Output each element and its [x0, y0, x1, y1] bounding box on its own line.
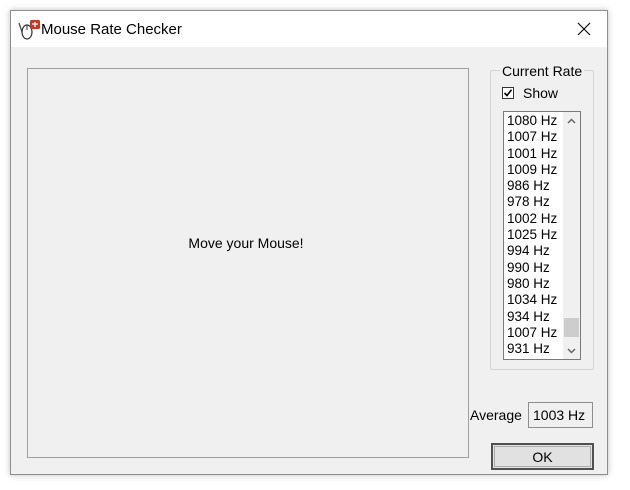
list-item[interactable]: 1025 Hz	[507, 227, 557, 243]
average-label: Average	[470, 407, 522, 423]
list-item[interactable]: 934 Hz	[507, 309, 557, 325]
current-rate-group: Current Rate Show 1080 Hz 1007 Hz 1001 H…	[490, 63, 594, 370]
scroll-down-button[interactable]	[563, 342, 580, 359]
list-item[interactable]: 1009 Hz	[507, 162, 557, 178]
list-item[interactable]: 980 Hz	[507, 276, 557, 292]
list-item[interactable]: 1002 Hz	[507, 211, 557, 227]
close-icon	[577, 22, 591, 36]
list-item[interactable]: 994 Hz	[507, 243, 557, 259]
current-rate-group-title: Current Rate	[500, 63, 585, 79]
title-bar[interactable]: Mouse Rate Checker	[11, 11, 607, 47]
rate-list: 1080 Hz 1007 Hz 1001 Hz 1009 Hz 986 Hz 9…	[507, 113, 557, 357]
list-item[interactable]: 978 Hz	[507, 194, 557, 210]
list-item[interactable]: 1080 Hz	[507, 113, 557, 129]
move-mouse-prompt: Move your Mouse!	[188, 235, 304, 251]
window-title: Mouse Rate Checker	[41, 21, 182, 38]
vertical-scrollbar[interactable]	[563, 112, 580, 359]
list-item[interactable]: 986 Hz	[507, 178, 557, 194]
checkbox-box[interactable]	[502, 87, 514, 99]
average-value-field: 1003 Hz	[528, 402, 593, 428]
list-item[interactable]: 1034 Hz	[507, 292, 557, 308]
mouse-tracking-area[interactable]: Move your Mouse!	[27, 68, 469, 458]
list-item[interactable]: 1007 Hz	[507, 129, 557, 145]
dialog-window: Mouse Rate Checker Move your Mouse! Curr…	[10, 10, 608, 475]
ok-button[interactable]: OK	[491, 443, 594, 470]
rate-listbox[interactable]: 1080 Hz 1007 Hz 1001 Hz 1009 Hz 986 Hz 9…	[503, 111, 581, 360]
list-item[interactable]: 1007 Hz	[507, 325, 557, 341]
show-checkbox-label: Show	[523, 85, 559, 101]
check-icon	[503, 89, 513, 97]
scroll-up-button[interactable]	[563, 112, 580, 129]
chevron-up-icon	[567, 118, 576, 123]
client-area: Move your Mouse! Current Rate Show 1080 …	[11, 47, 607, 474]
chevron-down-icon	[567, 348, 576, 353]
close-button[interactable]	[561, 11, 607, 47]
list-item[interactable]: 990 Hz	[507, 260, 557, 276]
mouse-rate-icon	[16, 19, 42, 41]
list-item[interactable]: 931 Hz	[507, 341, 557, 357]
list-item[interactable]: 1001 Hz	[507, 146, 557, 162]
scrollbar-thumb[interactable]	[564, 318, 579, 337]
show-checkbox[interactable]: Show	[502, 85, 558, 101]
